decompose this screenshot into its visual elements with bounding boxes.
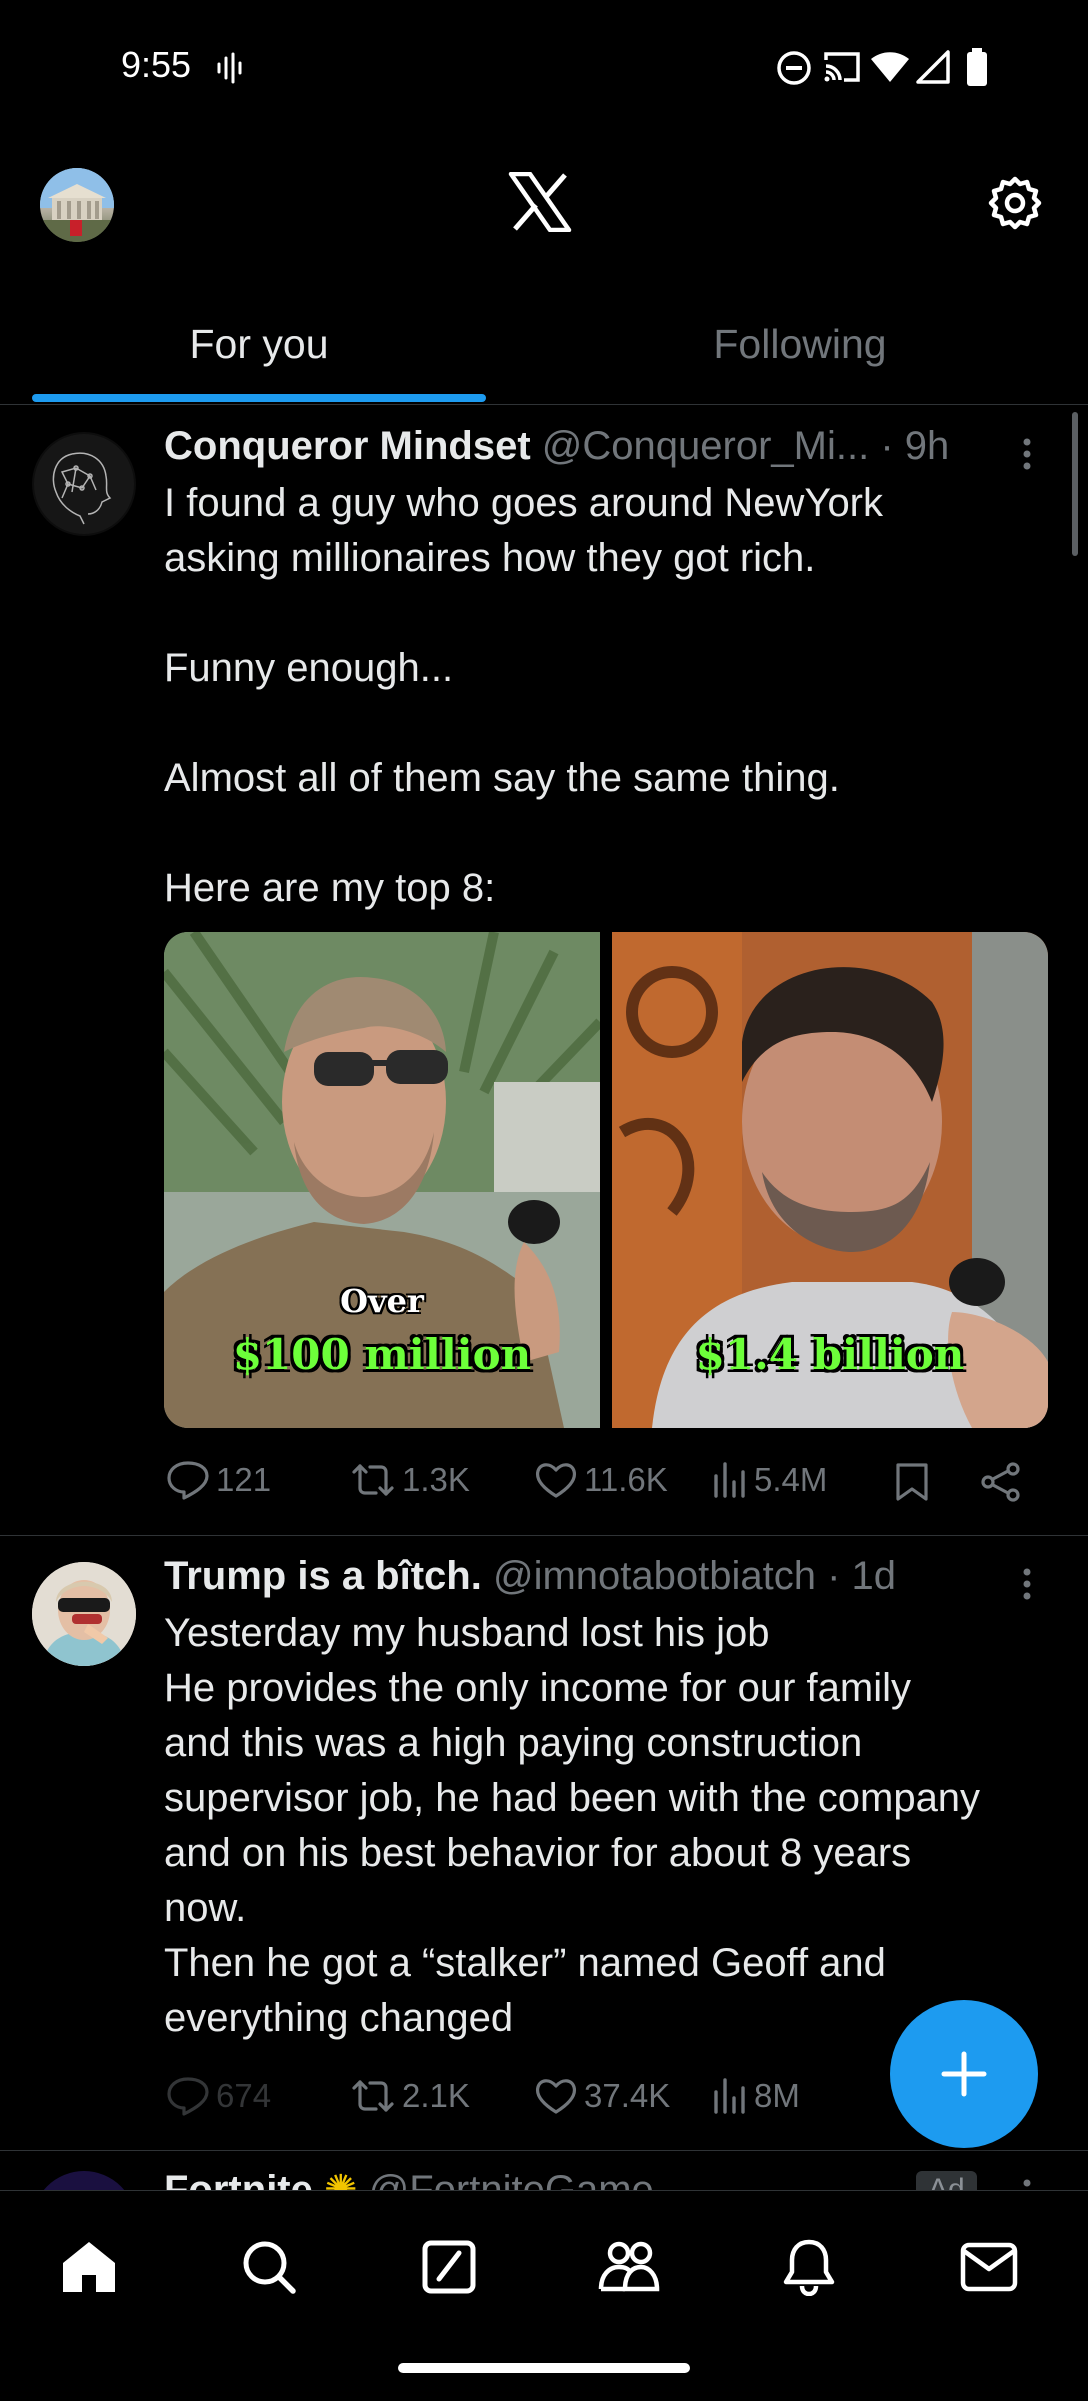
like-count: 11.6K — [584, 1461, 668, 1498]
scrollbar[interactable] — [1072, 412, 1078, 556]
view-count: 5.4M — [754, 1461, 828, 1498]
post-text[interactable]: I found a guy who goes around NewYork as… — [164, 476, 1044, 916]
author-handle[interactable]: @imnotabotbiatch — [493, 1554, 816, 1598]
views-icon — [714, 2078, 745, 2114]
battery-icon — [966, 48, 988, 86]
sound-wave-icon — [216, 52, 244, 84]
views-icon — [714, 1462, 745, 1498]
reply-button[interactable]: 121 — [166, 1460, 271, 1500]
repost-count: 2.1K — [402, 2077, 470, 2114]
cast-icon — [822, 50, 862, 84]
active-tab-indicator — [32, 394, 486, 402]
reply-icon — [167, 1461, 209, 1500]
reply-count: 121 — [216, 1461, 272, 1498]
timeline-tabs: For you Following — [0, 300, 1088, 405]
post-avatar[interactable] — [32, 432, 136, 536]
post-header: Conqueror Mindset @Conqueror_Mi... · 9h — [164, 424, 949, 469]
share-icon[interactable] — [980, 1462, 1022, 1502]
reply-count: 674 — [216, 2077, 272, 2114]
status-time: 9:55 — [121, 44, 192, 85]
post-preview-clipped[interactable]: Fortnite ✺ @FortniteGame Ad — [0, 2151, 1088, 2190]
communities-icon[interactable] — [589, 2227, 669, 2307]
like-button[interactable]: 37.4K — [534, 2076, 670, 2116]
author-name[interactable]: Trump is a bîtch. — [164, 1554, 482, 1598]
repost-button[interactable]: 2.1K — [350, 2076, 470, 2116]
ad-badge: Ad — [916, 2171, 977, 2190]
reply-button[interactable]: 674 — [166, 2076, 271, 2116]
verified-gold-icon: ✺ — [324, 2168, 358, 2190]
post-time: · 9h — [880, 424, 950, 468]
post-avatar[interactable] — [32, 1562, 136, 1666]
author-handle[interactable]: @FortniteGame — [369, 2168, 654, 2190]
repost-button[interactable]: 1.3K — [350, 1460, 470, 1500]
tab-for-you[interactable]: For you — [32, 300, 486, 404]
views-button[interactable]: 5.4M — [712, 1460, 827, 1500]
home-icon[interactable] — [49, 2227, 129, 2307]
gear-icon[interactable] — [986, 174, 1044, 232]
wifi-icon — [870, 50, 910, 84]
views-button[interactable]: 8M — [712, 2076, 800, 2116]
post-header: Fortnite ✺ @FortniteGame — [164, 2167, 654, 2190]
signal-icon — [916, 50, 950, 84]
dnd-icon — [776, 50, 812, 86]
status-bar: 9:55 — [0, 0, 1088, 130]
like-count: 37.4K — [584, 2077, 671, 2114]
search-icon[interactable] — [229, 2227, 309, 2307]
image-caption-top: Over — [340, 1282, 424, 1320]
author-name[interactable]: Conqueror Mindset — [164, 424, 531, 468]
like-button[interactable]: 11.6K — [534, 1460, 668, 1500]
post-image-1[interactable]: Over $100 million — [164, 932, 600, 1428]
post-avatar[interactable] — [32, 2171, 136, 2190]
heart-icon — [535, 2079, 577, 2114]
view-count: 8M — [754, 2077, 800, 2114]
author-handle[interactable]: @Conqueror_Mi... — [542, 424, 869, 468]
image-caption-amount: $1.4 billion — [695, 1330, 965, 1379]
repost-icon — [352, 2080, 394, 2112]
messages-icon[interactable] — [949, 2227, 1029, 2307]
tab-following[interactable]: Following — [580, 300, 1020, 404]
author-name[interactable]: Fortnite — [164, 2168, 313, 2190]
post-divider — [0, 1535, 1088, 1536]
gesture-home-bar[interactable] — [398, 2363, 690, 2373]
post-header: Trump is a bîtch. @imnotabotbiatch · 1d — [164, 1554, 896, 1599]
grok-icon[interactable] — [409, 2227, 489, 2307]
post-text[interactable]: Yesterday my husband lost his job He pro… — [164, 1606, 1064, 2046]
post-time: · 1d — [827, 1554, 897, 1598]
x-logo[interactable] — [508, 172, 572, 232]
plus-icon — [941, 2051, 987, 2097]
compose-post-button[interactable] — [890, 2000, 1038, 2148]
image-caption-amount: $100 million — [232, 1330, 532, 1379]
post-image-2[interactable]: $1.4 billion — [612, 932, 1048, 1428]
more-options-icon[interactable] — [1012, 436, 1042, 472]
heart-icon — [535, 1463, 577, 1498]
notifications-icon[interactable] — [769, 2227, 849, 2307]
repost-count: 1.3K — [402, 1461, 470, 1498]
more-options-icon[interactable] — [1012, 2177, 1042, 2190]
more-options-icon[interactable] — [1012, 1566, 1042, 1602]
profile-avatar[interactable] — [40, 168, 114, 242]
reply-icon — [167, 2077, 209, 2116]
repost-icon — [352, 1464, 394, 1496]
bookmark-icon[interactable] — [894, 1462, 930, 1502]
